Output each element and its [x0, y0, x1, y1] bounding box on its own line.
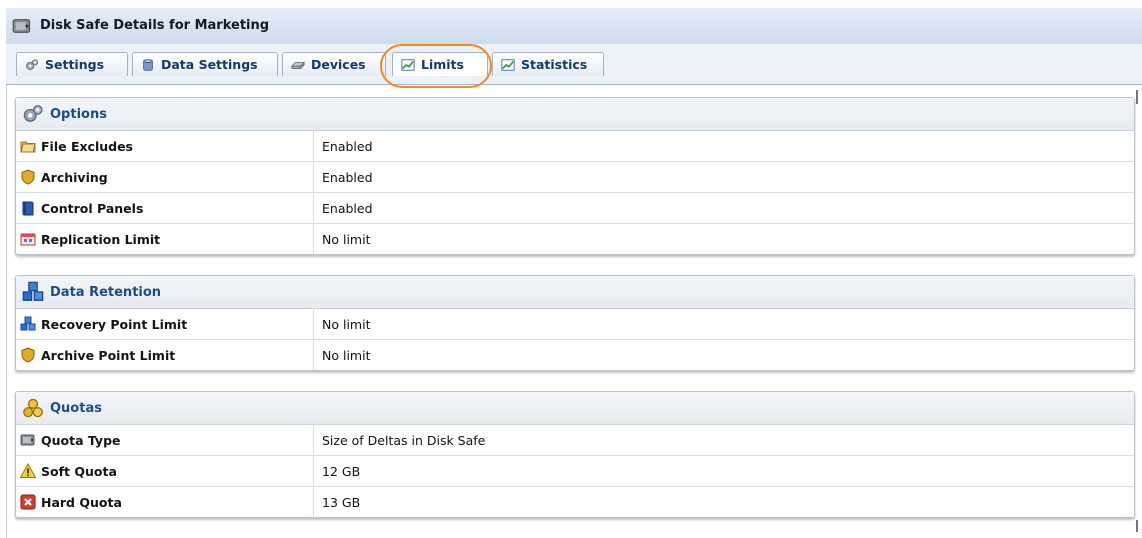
row-label-cell: Archiving	[16, 162, 314, 192]
row-label-cell: Quota Type	[16, 425, 314, 455]
section-title: Options	[50, 106, 107, 122]
row-value: Enabled	[322, 200, 373, 216]
row-label: Soft Quota	[41, 463, 117, 479]
gears-icon	[22, 103, 44, 125]
quotas-header: Quotas	[16, 392, 1134, 425]
limits-content: Options File Excludes Enabled Archiving …	[6, 85, 1137, 538]
disk-safe-icon	[12, 16, 32, 36]
row-label: Archiving	[41, 169, 108, 185]
row-label: Recovery Point Limit	[41, 316, 188, 332]
table-row: Replication Limit No limit	[16, 224, 1134, 254]
data-retention-header: Data Retention	[16, 276, 1134, 309]
table-row: Archive Point Limit No limit	[16, 340, 1134, 370]
quotas-panel: Quotas Quota Type Size of Deltas in Disk…	[15, 391, 1135, 518]
row-label: Hard Quota	[41, 494, 122, 510]
row-label: Quota Type	[41, 432, 121, 448]
table-row: Soft Quota 12 GB	[16, 456, 1134, 487]
options-panel: Options File Excludes Enabled Archiving …	[15, 97, 1135, 255]
tab-data-settings[interactable]: Data Settings	[132, 52, 278, 76]
row-value: No limit	[322, 347, 371, 363]
row-value: 13 GB	[322, 494, 361, 510]
row-label-cell: File Excludes	[16, 131, 314, 161]
tab-data-settings-label: Data Settings	[161, 57, 258, 72]
table-row: Archiving Enabled	[16, 162, 1134, 193]
scrollbar-bottom-mark	[1136, 520, 1138, 532]
folder-icon	[20, 138, 36, 154]
row-label-cell: Replication Limit	[16, 224, 314, 254]
error-icon	[20, 494, 36, 510]
scrollbar-top-mark	[1136, 90, 1138, 104]
tab-devices[interactable]: Devices	[282, 52, 386, 76]
row-label: Replication Limit	[41, 231, 161, 247]
tab-settings-label: Settings	[45, 57, 105, 72]
tab-devices-label: Devices	[311, 57, 366, 72]
table-row: Recovery Point Limit No limit	[16, 309, 1134, 340]
row-value: No limit	[322, 231, 371, 247]
row-label-cell: Hard Quota	[16, 487, 314, 517]
row-value: No limit	[322, 316, 371, 332]
data-retention-panel: Data Retention Recovery Point Limit No l…	[15, 275, 1135, 371]
database-icon	[141, 58, 155, 72]
row-label: File Excludes	[41, 138, 133, 154]
row-label: Archive Point Limit	[41, 347, 176, 363]
window-title: Disk Safe Details for Marketing	[40, 18, 270, 33]
chart-icon	[401, 58, 415, 72]
table-row: File Excludes Enabled	[16, 131, 1134, 162]
archive-shield-icon	[20, 347, 36, 363]
window-titlebar: Disk Safe Details for Marketing	[6, 8, 1142, 45]
disk-safe-icon	[20, 432, 36, 448]
tab-limits[interactable]: Limits	[392, 52, 488, 76]
row-label-cell: Control Panels	[16, 193, 314, 223]
book-icon	[20, 200, 36, 216]
table-row: Hard Quota 13 GB	[16, 487, 1134, 517]
row-label-cell: Archive Point Limit	[16, 340, 314, 370]
section-title: Data Retention	[50, 284, 162, 300]
coins-icon	[22, 397, 44, 419]
table-row: Control Panels Enabled	[16, 193, 1134, 224]
replication-icon	[20, 231, 36, 247]
tab-strip: Settings Data Settings Devices Limits St…	[6, 44, 1142, 85]
gears-icon	[25, 58, 39, 72]
warning-icon	[20, 463, 36, 479]
section-title: Quotas	[50, 400, 102, 416]
table-row: Quota Type Size of Deltas in Disk Safe	[16, 425, 1134, 456]
cubes-icon	[20, 316, 36, 332]
drive-icon	[291, 58, 305, 72]
scrollbar-track[interactable]	[1135, 90, 1138, 532]
tab-statistics-label: Statistics	[521, 57, 588, 72]
row-value: Enabled	[322, 138, 373, 154]
disk-safe-details-window: Disk Safe Details for Marketing Settings…	[6, 8, 1142, 538]
options-header: Options	[16, 98, 1134, 131]
tab-settings[interactable]: Settings	[16, 52, 128, 76]
row-value: Enabled	[322, 169, 373, 185]
tab-limits-label: Limits	[421, 57, 464, 72]
row-value: 12 GB	[322, 463, 361, 479]
tab-statistics[interactable]: Statistics	[492, 52, 604, 76]
archive-shield-icon	[20, 169, 36, 185]
chart-icon	[501, 58, 515, 72]
row-label-cell: Recovery Point Limit	[16, 309, 314, 339]
row-value: Size of Deltas in Disk Safe	[322, 432, 486, 448]
cubes-icon	[22, 281, 44, 303]
row-label-cell: Soft Quota	[16, 456, 314, 486]
row-label: Control Panels	[41, 200, 144, 216]
